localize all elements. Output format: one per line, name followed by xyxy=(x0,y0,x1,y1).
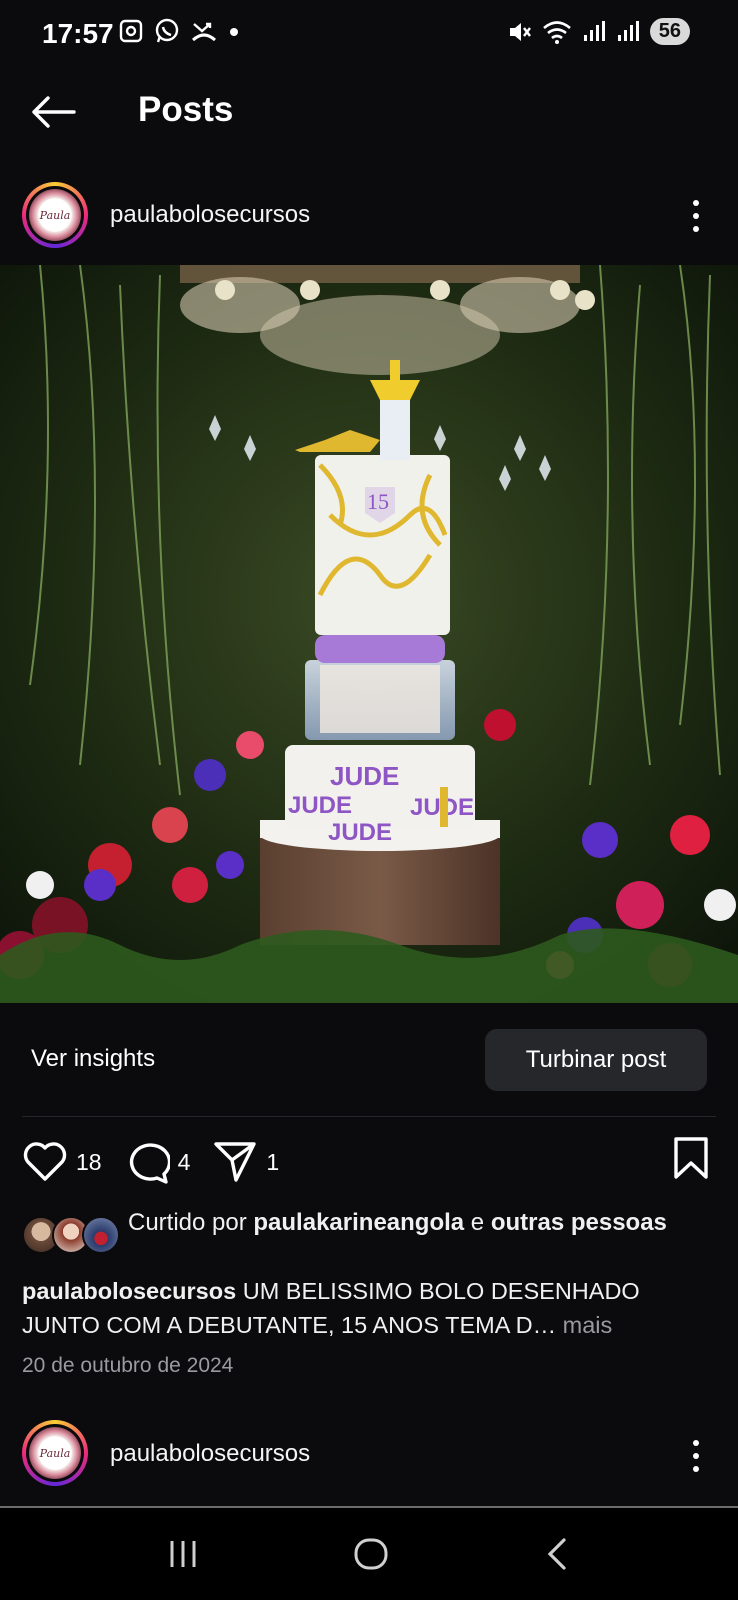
post-image[interactable]: JUDEJUDE JUDEJUDE 15 xyxy=(0,265,738,1003)
heart-icon[interactable] xyxy=(22,1141,68,1183)
avatar[interactable]: Paula xyxy=(22,182,88,248)
post-date: 20 de outubro de 2024 xyxy=(22,1354,234,1377)
status-time: 17:57 xyxy=(42,18,114,49)
like-count: 18 xyxy=(76,1148,102,1175)
post-username[interactable]: paulabolosecursos xyxy=(110,201,310,229)
caption-username[interactable]: paulabolosecursos xyxy=(22,1278,236,1304)
share-count: 1 xyxy=(266,1148,280,1175)
home-icon[interactable] xyxy=(353,1537,389,1571)
avatar[interactable]: Paula xyxy=(22,1420,88,1486)
more-options-icon[interactable] xyxy=(684,1436,708,1476)
avatar-image: Paula xyxy=(29,1427,81,1479)
liked-by-user[interactable]: paulakarineangola xyxy=(253,1209,464,1236)
whatsapp-icon xyxy=(155,18,179,43)
boost-post-button[interactable]: Turbinar post xyxy=(485,1029,707,1091)
liked-by-prefix: Curtido por xyxy=(128,1209,254,1236)
post-caption[interactable]: paulabolosecursos UM BELISSIMO BOLO DESE… xyxy=(22,1274,722,1342)
liked-by-others[interactable]: outras pessoas xyxy=(491,1209,667,1236)
avatar xyxy=(82,1216,120,1254)
svg-text:JUDE: JUDE xyxy=(330,761,399,791)
dot-icon xyxy=(230,28,238,36)
liked-by-text[interactable]: Curtido por paulakarineangola e outras p… xyxy=(128,1207,688,1238)
mute-icon xyxy=(509,22,531,41)
wifi-icon xyxy=(542,20,571,44)
more-options-icon[interactable] xyxy=(684,196,708,236)
liked-by-avatars[interactable] xyxy=(22,1216,120,1254)
svg-text:JUDE: JUDE xyxy=(288,792,352,819)
post-username[interactable]: paulabolosecursos xyxy=(110,1440,310,1468)
share-action[interactable]: 1 xyxy=(212,1140,279,1184)
avatar-image: Paula xyxy=(29,189,81,241)
comment-count: 4 xyxy=(177,1148,191,1175)
system-icons: 56 xyxy=(506,18,690,45)
back-arrow-icon[interactable] xyxy=(30,92,78,132)
divider xyxy=(22,1116,716,1117)
battery-level: 56 xyxy=(649,18,690,45)
svg-text:15: 15 xyxy=(367,489,389,514)
post-actions: 18 4 1 xyxy=(22,1138,301,1186)
comment-action[interactable]: 4 xyxy=(124,1140,191,1184)
svg-text:JUDE: JUDE xyxy=(328,819,392,846)
like-action[interactable]: 18 xyxy=(22,1141,102,1183)
share-icon[interactable] xyxy=(212,1140,258,1184)
caption-more-link[interactable]: mais xyxy=(556,1312,613,1338)
signal-icon xyxy=(617,20,639,41)
notification-icons xyxy=(118,18,240,44)
bookmark-icon[interactable] xyxy=(672,1136,710,1180)
recent-apps-icon[interactable] xyxy=(166,1537,200,1571)
liked-by-conjunction: e xyxy=(464,1209,491,1236)
screenshot-icon xyxy=(119,19,143,43)
missed-call-icon xyxy=(191,22,217,42)
status-bar: 17:57 56 xyxy=(0,0,738,70)
comment-icon[interactable] xyxy=(124,1140,170,1184)
back-icon[interactable] xyxy=(542,1537,572,1571)
signal-icon xyxy=(583,20,605,41)
system-navigation-bar xyxy=(0,1506,738,1600)
view-insights-link[interactable]: Ver insights xyxy=(31,1045,155,1073)
page-title: Posts xyxy=(138,90,234,129)
